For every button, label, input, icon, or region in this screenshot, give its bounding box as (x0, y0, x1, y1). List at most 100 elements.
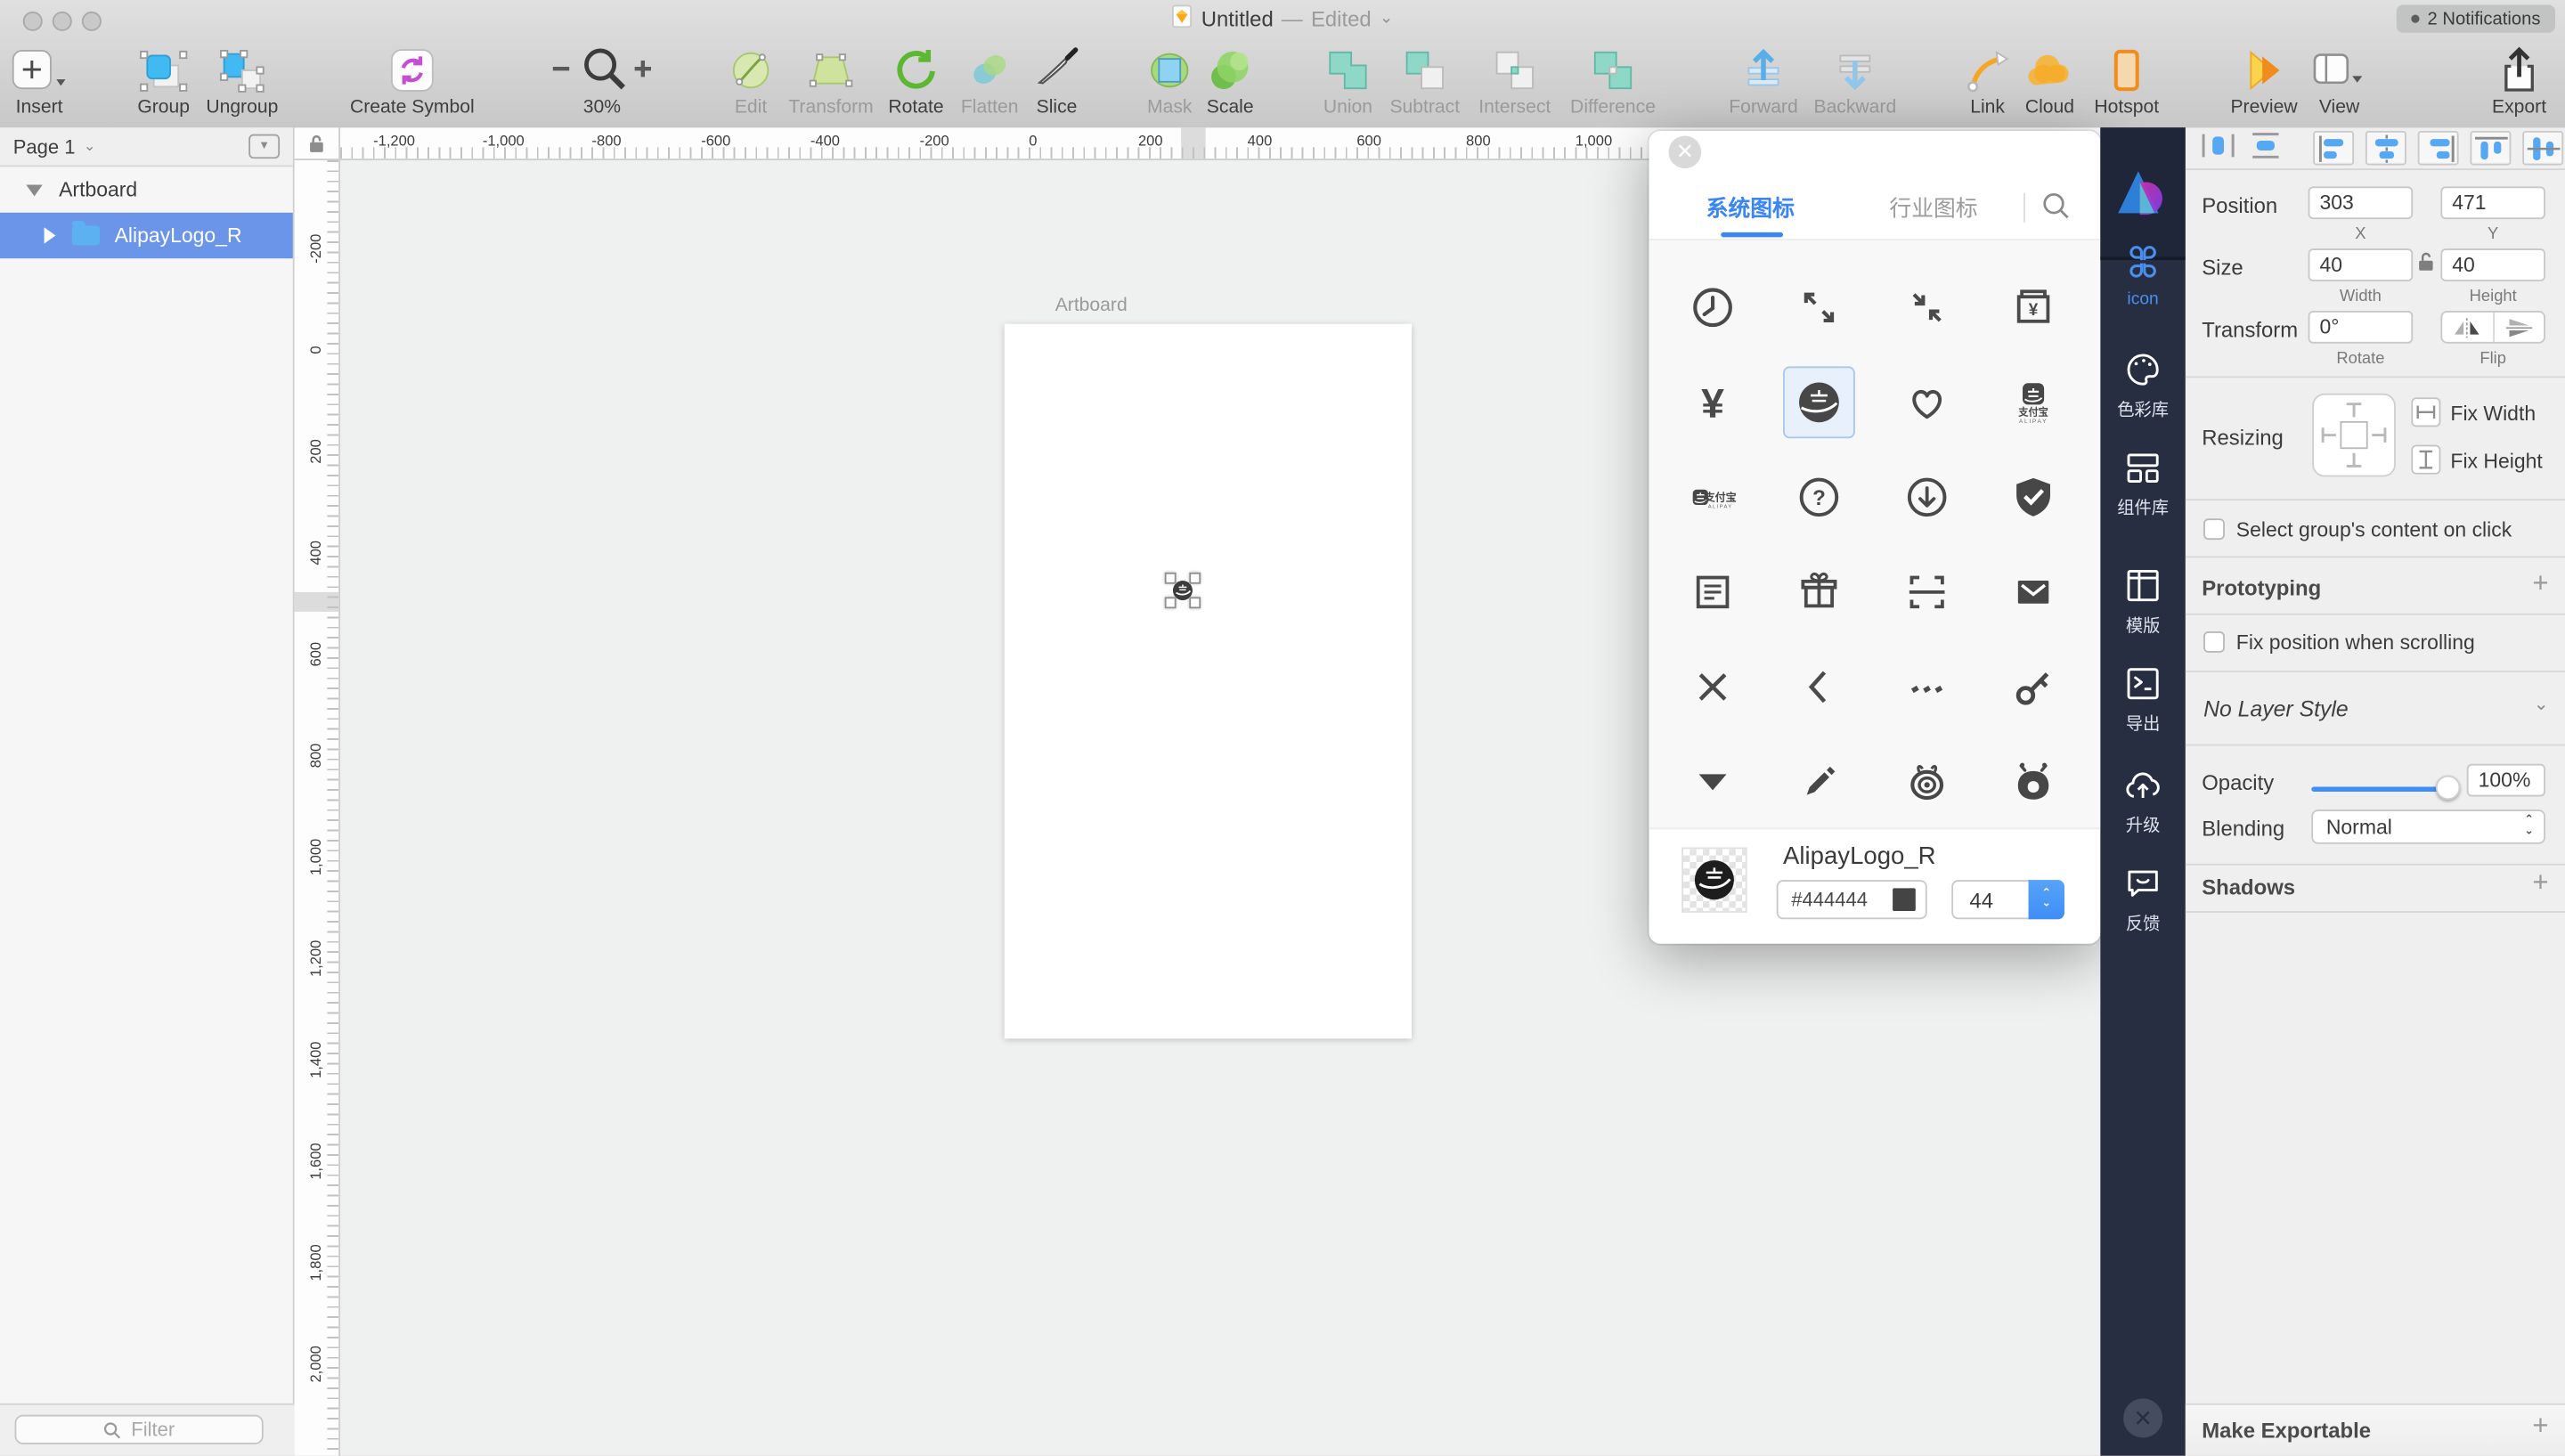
disclosure-triangle-icon[interactable] (45, 227, 56, 243)
add-shadow-button[interactable]: + (2532, 866, 2548, 899)
flip-horizontal-button[interactable] (2442, 313, 2494, 342)
layer-style-chevron-icon[interactable]: ⌄ (2534, 694, 2549, 715)
artboard-title[interactable]: Artboard (1055, 296, 1128, 315)
shield-check-icon[interactable] (1999, 463, 2068, 532)
align-left-button[interactable] (2313, 131, 2354, 166)
align-top-button[interactable] (2470, 131, 2511, 166)
alipay-wordmark-icon[interactable]: 支付宝ALIPAY (1678, 463, 1747, 532)
fix-width-checkbox[interactable] (2411, 397, 2440, 427)
opacity-slider-knob[interactable] (2436, 776, 2461, 801)
ant-mascot-icon[interactable] (1893, 747, 1961, 816)
chevron-left-icon[interactable] (1786, 653, 1854, 721)
blending-dropdown[interactable]: Normal ⌃⌄ (2311, 809, 2545, 844)
gift-icon[interactable] (1786, 557, 1854, 626)
panel-search-button[interactable] (2041, 191, 2071, 226)
alipay-logo-icon[interactable] (1786, 368, 1854, 436)
selection-handle[interactable] (1189, 573, 1201, 584)
plugin-nav-label: 反馈 (2100, 911, 2186, 936)
tab-industry-icons[interactable]: 行业图标 (1889, 190, 1977, 223)
cash-machine-icon[interactable]: ¥ (1999, 273, 2068, 342)
align-right-button[interactable] (2418, 131, 2459, 166)
alipay-app-icon[interactable]: 支付宝ALIPAY (1999, 368, 2068, 436)
plugin-nav-palette[interactable]: 色彩库 (2100, 350, 2186, 422)
toolbar-view-button[interactable]: View (2241, 41, 2437, 118)
color-value-input[interactable]: #444444 (1777, 880, 1927, 919)
layer-row-artboard[interactable]: Artboard (0, 167, 293, 212)
collapse-icon[interactable] (1893, 273, 1961, 342)
select-group-content-checkbox[interactable] (2203, 518, 2225, 540)
minimize-window-button[interactable] (53, 12, 72, 31)
ruler-tick-label: 0 (1029, 133, 1037, 149)
ruler-tick-label: 200 (1138, 133, 1163, 149)
pinning-widget[interactable] (2311, 393, 2397, 483)
fix-height-checkbox[interactable] (2411, 445, 2440, 475)
plugin-nav-components[interactable]: 组件库 (2100, 448, 2186, 520)
align-center-h-button[interactable] (2366, 131, 2406, 166)
position-x-input[interactable]: 303 (2308, 186, 2414, 219)
fix-height-label: Fix Height (2450, 450, 2542, 473)
layer-row-alipaylogo_r[interactable]: AlipayLogo_R (0, 213, 293, 258)
key-icon[interactable] (1999, 653, 2068, 721)
selected-layer-alipay-logo[interactable] (1171, 579, 1194, 602)
plugin-nav-feedback[interactable]: 反馈 (2100, 864, 2186, 936)
layer-style-selector[interactable]: No Layer Style (2203, 696, 2349, 721)
yen-icon[interactable]: ¥ (1678, 368, 1747, 436)
title-chevron-icon[interactable]: ⌄ (1380, 9, 1393, 27)
selection-handle[interactable] (1165, 573, 1177, 584)
ellipsis-icon[interactable] (1893, 653, 1961, 721)
opacity-value-input[interactable]: 100% (2467, 764, 2545, 797)
color-swatch[interactable] (1893, 888, 1916, 911)
tab-system-icons[interactable]: 系统图标 (1706, 190, 1795, 223)
download-circle-icon[interactable] (1893, 463, 1961, 532)
page-header[interactable]: Page 1 ⌄ ▼ (0, 127, 293, 167)
close-icon[interactable] (1678, 653, 1747, 721)
distribute-horizontally-button[interactable] (2200, 131, 2235, 166)
selection-handle[interactable] (1165, 597, 1177, 608)
heart-icon[interactable] (1893, 368, 1961, 436)
mascot-icon[interactable] (1999, 747, 2068, 816)
flip-vertical-button[interactable] (2494, 313, 2544, 342)
plugin-nav-cloud-upload[interactable]: 升级 (2100, 766, 2186, 838)
pencil-icon[interactable] (1786, 747, 1854, 816)
height-input[interactable]: 40 (2440, 248, 2545, 281)
panel-close-button[interactable]: ✕ (1668, 135, 1701, 168)
toolbar-ungroup-button[interactable]: Ungroup (144, 41, 340, 118)
question-circle-icon[interactable]: ? (1786, 463, 1854, 532)
opacity-slider[interactable] (2311, 786, 2455, 792)
disclosure-triangle-icon[interactable] (26, 184, 42, 196)
filter-input[interactable]: Filter (15, 1415, 264, 1444)
envelope-icon[interactable] (1999, 557, 2068, 626)
plugin-logo[interactable] (2100, 127, 2186, 260)
toolbar-export-button[interactable]: Export (2421, 41, 2565, 118)
expand-icon[interactable] (1786, 273, 1854, 342)
size-value-input[interactable]: 44 ⌃⌄ (1951, 880, 2064, 919)
rotate-input[interactable]: 0° (2308, 311, 2414, 344)
document-icon[interactable] (1678, 557, 1747, 626)
make-exportable-add-button[interactable]: + (2532, 1410, 2548, 1443)
vertical-ruler[interactable]: -20002004006008001,0001,2001,4001,6001,8… (295, 160, 340, 1456)
toolbar-create-symbol-button[interactable]: Create Symbol (314, 41, 510, 118)
caret-down-icon[interactable] (1678, 747, 1747, 816)
size-stepper[interactable]: ⌃⌄ (2029, 880, 2064, 919)
ruler-tick-label: -600 (701, 133, 730, 149)
selection-handle[interactable] (1189, 597, 1201, 608)
plugin-close-button[interactable]: ✕ (2123, 1398, 2162, 1437)
clock-icon[interactable] (1678, 273, 1747, 342)
plugin-nav-terminal[interactable]: 导出 (2100, 664, 2186, 736)
add-prototyping-button[interactable]: + (2532, 567, 2548, 600)
position-y-input[interactable]: 471 (2440, 186, 2545, 219)
svg-text:¥: ¥ (2029, 301, 2039, 320)
close-window-button[interactable] (23, 12, 43, 31)
plugin-nav-template[interactable]: 模版 (2100, 566, 2186, 639)
width-input[interactable]: 40 (2308, 248, 2414, 281)
plugin-nav-grid[interactable]: icon (2100, 242, 2186, 309)
align-middle-button[interactable] (2522, 131, 2563, 166)
scan-icon[interactable] (1893, 557, 1961, 626)
distribute-vertically-button[interactable] (2248, 131, 2284, 166)
artboard[interactable] (1005, 324, 1412, 1039)
lock-ratio-button[interactable] (2418, 252, 2434, 277)
fix-position-checkbox[interactable] (2203, 631, 2225, 653)
zoom-window-button[interactable] (82, 12, 102, 31)
page-list-button[interactable]: ▼ (248, 134, 280, 159)
notifications-badge[interactable]: 2 Notifications (2397, 5, 2555, 33)
